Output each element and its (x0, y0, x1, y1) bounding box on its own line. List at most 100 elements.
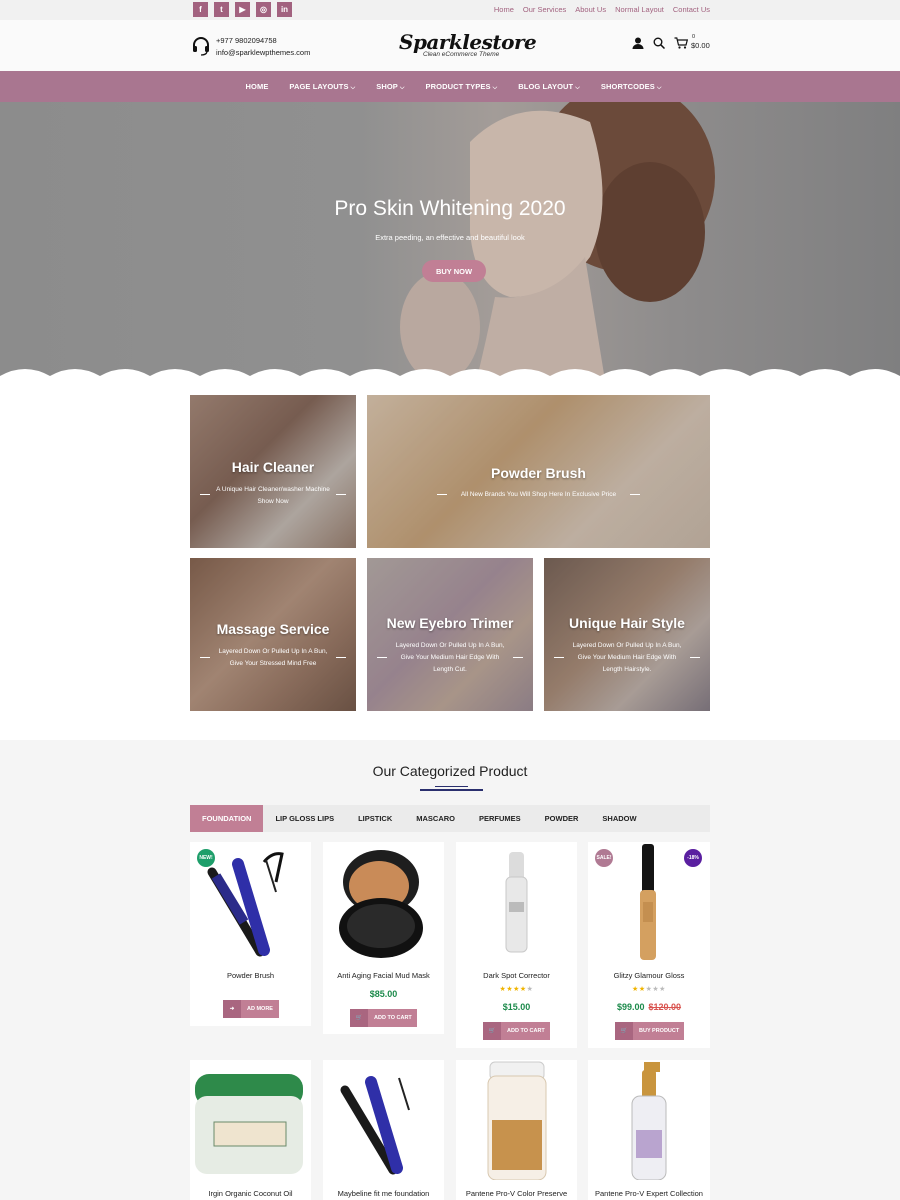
product-name[interactable]: Pantene Pro-V Color Preserve (456, 1189, 577, 1198)
product-card[interactable]: Maybeline fit me foundation (323, 1060, 444, 1200)
social-links: f t ▶ ◎ in (193, 2, 292, 17)
site-header: +977 9802094758 info@sparklewpthemes.com… (0, 20, 900, 71)
top-link-services[interactable]: Our Services (523, 5, 566, 14)
hero-subtitle: Extra peeding, an effective and beautifu… (375, 233, 525, 242)
nav-item-blog-layout[interactable]: BLOG LAYOUT ⌵ (518, 82, 580, 92)
product-name[interactable]: Anti Aging Facial Mud Mask (323, 971, 444, 980)
header-icons (632, 37, 688, 49)
chevron-down-icon: ⌵ (656, 85, 662, 91)
title-underline (420, 789, 483, 791)
tab-powder[interactable]: POWDER (533, 805, 591, 832)
discount-badge: -18% (684, 849, 702, 867)
twitter-icon[interactable]: t (214, 2, 229, 17)
hero-slider: Pro Skin Whitening 2020 Extra peeding, a… (0, 102, 900, 390)
title-underline (435, 786, 468, 787)
banner-desc: A Unique Hair Cleaner/washer Machine Sho… (216, 486, 330, 505)
hero-model-image (400, 102, 715, 390)
sale-badge: SALE! (595, 849, 613, 867)
product-price: $85.00 (369, 989, 398, 999)
product-card[interactable]: SALE! -18% Glitzy Glamour Gloss ★★★★★ $9… (588, 842, 710, 1048)
tab-mascaro[interactable]: MASCARO (404, 805, 467, 832)
cart-total[interactable]: $0.00 (691, 41, 710, 50)
top-links: Home Our Services About Us Normal Layout… (494, 5, 710, 14)
section-title: Our Categorized Product (372, 763, 528, 779)
linkedin-icon[interactable]: in (277, 2, 292, 17)
product-name[interactable]: Maybeline fit me foundation (323, 1189, 444, 1198)
banner-desc: Layered Down Or Pulled Up In A Bun, Give… (572, 642, 682, 673)
top-link-home[interactable]: Home (494, 5, 514, 14)
cart-count: 0 (692, 34, 696, 40)
buy-product-button[interactable]: 🛒 BUY PRODUCT (615, 1022, 684, 1040)
logo-text: Sparklestore (399, 30, 537, 54)
banner-title: Hair Cleaner (231, 459, 315, 475)
tab-foundation[interactable]: FOUNDATION (190, 805, 264, 832)
nav-item-product-types[interactable]: PRODUCT TYPES ⌵ (426, 82, 498, 92)
product-card[interactable]: Dark Spot Corrector ★★★★★ $15.00 🛒 ADD TO… (456, 842, 577, 1048)
product-image (339, 850, 423, 958)
product-image (631, 1062, 667, 1180)
wave-divider (0, 369, 900, 394)
contact-info: +977 9802094758 info@sparklewpthemes.com (216, 35, 310, 59)
tab-lip-gloss-lips[interactable]: LIP GLOSS LIPS (263, 805, 346, 832)
hero-title: Pro Skin Whitening 2020 (334, 197, 566, 220)
product-name[interactable]: Dark Spot Corrector (456, 971, 577, 980)
banner-desc: All New Brands You Will Shop Here In Exc… (460, 491, 617, 498)
facebook-icon[interactable]: f (193, 2, 208, 17)
product-card[interactable]: Pantene Pro-V Color Preserve (456, 1060, 577, 1200)
new-badge: NEW! (197, 849, 215, 867)
search-icon[interactable] (653, 37, 665, 49)
product-image (505, 852, 528, 953)
read-more-button[interactable]: ➜ AD MORE (223, 1000, 279, 1018)
product-image (340, 1076, 410, 1175)
product-name[interactable]: Pantene Pro-V Expert Collection (588, 1189, 710, 1198)
site-logo[interactable]: Sparklestore Clean eCommerce Theme (399, 30, 537, 61)
top-link-about[interactable]: About Us (575, 5, 606, 14)
nav-item-shop[interactable]: SHOP ⌵ (376, 82, 404, 92)
email-address[interactable]: info@sparklewpthemes.com (216, 47, 310, 59)
product-name[interactable]: Glitzy Glamour Gloss (588, 971, 710, 980)
old-price: $120.00 (648, 1002, 682, 1012)
product-price: $15.00 (502, 1002, 531, 1012)
banner-massage-service[interactable]: Massage Service Layered Down Or Pulled U… (190, 558, 356, 711)
user-icon[interactable] (632, 37, 644, 49)
banner-eyebrow-trimer[interactable]: New Eyebro Trimer Layered Down Or Pulled… (367, 558, 533, 711)
buy-now-button[interactable]: BUY NOW (422, 260, 486, 282)
top-link-normal-layout[interactable]: Normal Layout (615, 5, 664, 14)
product-price: $99.00 $120.00 (616, 1002, 682, 1012)
tab-shadow[interactable]: SHADOW (590, 805, 648, 832)
phone-number[interactable]: +977 9802094758 (216, 35, 310, 47)
banner-title: Unique Hair Style (569, 615, 685, 631)
add-to-cart-button[interactable]: 🛒 ADD TO CART (483, 1022, 550, 1040)
product-name[interactable]: Irgin Organic Coconut Oil (190, 1189, 311, 1198)
product-name[interactable]: Powder Brush (190, 971, 311, 980)
cart-icon[interactable] (674, 37, 688, 49)
banner-hair-cleaner[interactable]: Hair Cleaner A Unique Hair Cleaner/washe… (190, 395, 356, 548)
add-to-cart-button[interactable]: 🛒 ADD TO CART (350, 1009, 417, 1027)
product-image (487, 1061, 547, 1180)
headset-icon (193, 37, 209, 56)
instagram-icon[interactable]: ◎ (256, 2, 271, 17)
nav-item-home[interactable]: HOME (246, 82, 269, 92)
rating-stars: ★★★★★ (499, 986, 534, 993)
main-nav: HOME PAGE LAYOUTS ⌵ SHOP ⌵ PRODUCT TYPES ⌵ … (0, 71, 900, 102)
tab-perfumes[interactable]: PERFUMES (467, 805, 533, 832)
logo-tagline: Clean eCommerce Theme (423, 51, 500, 58)
product-card[interactable]: Pantene Pro-V Expert Collection (588, 1060, 710, 1200)
banner-unique-hair-style[interactable]: Unique Hair Style Layered Down Or Pulled… (544, 558, 710, 711)
chevron-down-icon: ⌵ (492, 85, 498, 91)
nav-item-page-layouts[interactable]: PAGE LAYOUTS ⌵ (289, 82, 355, 92)
nav-item-shortcodes[interactable]: SHORTCODES ⌵ (601, 82, 662, 92)
product-card[interactable]: Anti Aging Facial Mud Mask $85.00 🛒 ADD T… (323, 842, 444, 1034)
rating-stars: ★★★★★ (632, 986, 666, 993)
cart-icon: 🛒 (615, 1022, 633, 1040)
cart-icon: 🛒 (350, 1009, 368, 1027)
chevron-down-icon: ⌵ (575, 85, 580, 91)
banner-title: Massage Service (216, 621, 330, 637)
youtube-icon[interactable]: ▶ (235, 2, 250, 17)
product-card[interactable]: NEW! Powder Brush ➜ AD MORE (190, 842, 311, 1026)
product-image (195, 1074, 303, 1174)
banner-powder-brush[interactable]: Powder Brush All New Brands You Will Sho… (367, 395, 710, 548)
tab-lipstick[interactable]: LIPSTICK (346, 805, 404, 832)
top-link-contact[interactable]: Contact Us (673, 5, 710, 14)
product-card[interactable]: Irgin Organic Coconut Oil (190, 1060, 311, 1200)
